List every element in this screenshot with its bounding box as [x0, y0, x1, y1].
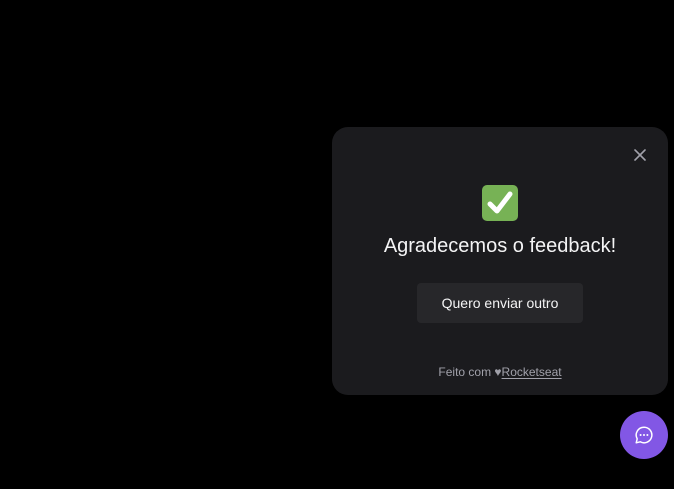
footer: Feito com ♥Rocketseat: [332, 364, 668, 380]
rocketseat-link[interactable]: Rocketseat: [502, 365, 562, 379]
footer-prefix: Feito com: [438, 365, 495, 379]
close-button[interactable]: [630, 145, 650, 165]
success-title: Agradecemos o feedback!: [383, 235, 617, 257]
chat-bubble-icon: [635, 426, 653, 444]
send-again-button[interactable]: Quero enviar outro: [417, 283, 583, 323]
close-icon: [634, 149, 646, 161]
heart-icon: ♥: [494, 365, 502, 379]
feedback-widget: Agradecemos o feedback! Quero enviar out…: [332, 127, 668, 395]
feedback-launcher-button[interactable]: [620, 411, 668, 459]
page: Agradecemos o feedback! Quero enviar out…: [0, 0, 674, 489]
white-check-mark-icon: [482, 185, 518, 221]
